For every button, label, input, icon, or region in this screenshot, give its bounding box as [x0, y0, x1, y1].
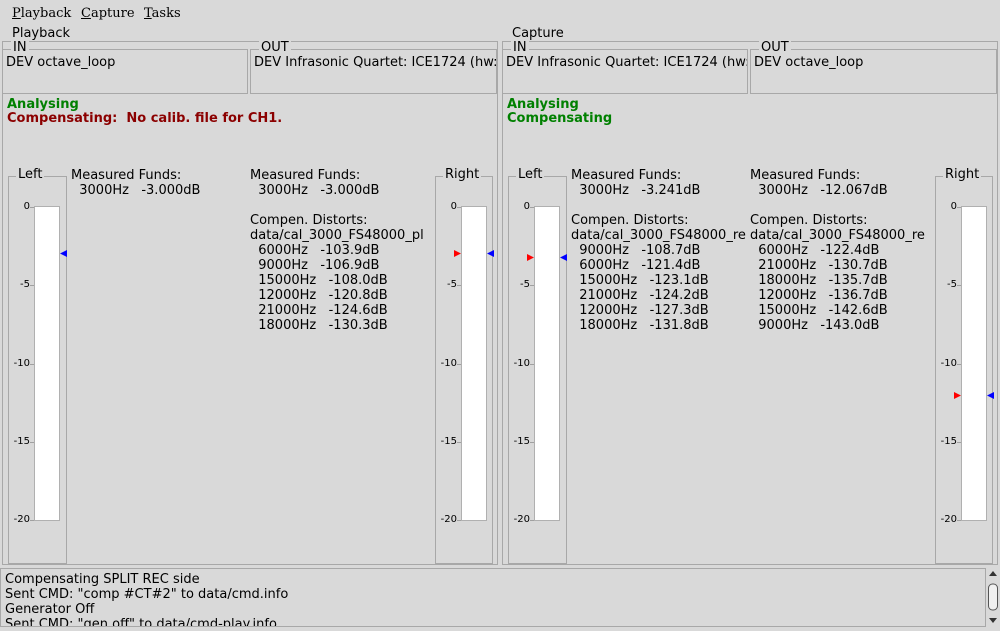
playback-right-tick-mark [457, 285, 461, 287]
capture-status-analysing: Analysing [507, 97, 579, 112]
playback-left-tick-label: 0 [23, 201, 30, 212]
playback-right-meter-track [461, 206, 487, 521]
capture-left-tick-label: -15 [513, 435, 530, 447]
capture-right-level-marker-red [954, 392, 961, 400]
capture-left-tick-mark [530, 441, 534, 443]
playback-right-measured-values: 3000Hz -3.000dB [250, 183, 380, 198]
capture-panel-title: Capture [510, 26, 566, 41]
playback-in-label: IN [11, 40, 29, 55]
playback-right-tick-mark [457, 441, 461, 443]
scroll-down-arrow-icon [989, 618, 997, 623]
playback-left-tick-label: -20 [13, 514, 30, 525]
capture-in-device: DEV Infrasonic Quartet: ICE1724 (hw: [506, 55, 748, 70]
playback-left-label: Left [16, 167, 45, 182]
capture-right-tick-mark [957, 520, 961, 521]
playback-right-tick-label: 0 [450, 201, 457, 212]
playback-right-level-marker-blue [487, 250, 494, 258]
playback-right-measured-title: Measured Funds: [250, 168, 361, 183]
playback-left-tick-label: -5 [20, 279, 30, 291]
playback-right-label: Right [443, 167, 482, 182]
capture-left-measured-title: Measured Funds: [571, 168, 682, 183]
capture-left-tick-label: 0 [523, 201, 530, 212]
capture-right-meter-track [961, 206, 987, 521]
playback-left-measured-values: 3000Hz -3.000dB [71, 183, 201, 198]
capture-left-level-marker-red [527, 254, 534, 262]
playback-left-tick-mark [30, 520, 34, 521]
menu-playback[interactable]: Playback [12, 6, 71, 21]
capture-left-level-marker-blue [560, 254, 567, 262]
log-scrollbar[interactable] [986, 568, 1000, 627]
capture-left-tick-label: -10 [513, 357, 530, 369]
capture-left-tick-mark [530, 520, 534, 521]
scroll-thumb [988, 583, 998, 611]
capture-right-measured-title: Measured Funds: [750, 168, 861, 183]
playback-left-tick-mark [30, 207, 34, 208]
capture-right-tick-label: -5 [947, 279, 957, 291]
playback-right-tick-label: -5 [447, 279, 457, 291]
capture-status-compensating: Compensating [507, 111, 613, 126]
capture-right-tick-mark [957, 207, 961, 208]
playback-left-level-marker-blue [60, 250, 67, 258]
capture-left-tick-mark [530, 285, 534, 287]
capture-left-label: Left [516, 167, 545, 182]
playback-out-device: DEV Infrasonic Quartet: ICE1724 (hw: [254, 55, 497, 70]
playback-right-level-marker-red [454, 250, 461, 258]
capture-right-tick-label: -10 [940, 357, 957, 369]
capture-in-label: IN [511, 40, 529, 55]
playback-left-tick-label: -15 [13, 435, 30, 447]
playback-left-meter-track [34, 206, 60, 521]
playback-left-measured-title: Measured Funds: [71, 168, 182, 183]
capture-right-tick-mark [957, 363, 961, 365]
playback-status-analysing: Analysing [7, 97, 79, 112]
capture-left-tick-mark [530, 207, 534, 208]
playback-right-tick-label: -15 [440, 435, 457, 447]
playback-left-tick-label: -10 [13, 357, 30, 369]
playback-right-tick-label: -20 [440, 514, 457, 525]
menu-capture[interactable]: Capture [81, 6, 135, 21]
playback-out-box: DEV Infrasonic Quartet: ICE1724 (hw: [250, 49, 497, 94]
menu-tasks[interactable]: Tasks [144, 6, 181, 21]
playback-left-tick-mark [30, 285, 34, 287]
playback-panel-title: Playback [10, 26, 73, 41]
playback-left-tick-mark [30, 363, 34, 365]
capture-left-tick-label: -20 [513, 514, 530, 525]
capture-out-device: DEV octave_loop [754, 55, 864, 70]
playback-right-tick-mark [457, 363, 461, 365]
capture-right-tick-mark [957, 285, 961, 287]
capture-right-label: Right [943, 167, 982, 182]
playback-right-tick-mark [457, 520, 461, 521]
log-output[interactable]: Compensating SPLIT REC side Sent CMD: "c… [0, 568, 986, 627]
capture-right-level-marker-blue [987, 392, 994, 400]
playback-left-tick-mark [30, 441, 34, 443]
playback-right-tick-mark [457, 207, 461, 208]
playback-right-tick-label: -10 [440, 357, 457, 369]
capture-right-measured-values: 3000Hz -12.067dB [750, 183, 888, 198]
capture-right-distorts: Compen. Distorts: data/cal_3000_FS48000_… [750, 213, 925, 333]
capture-left-distorts: Compen. Distorts: data/cal_3000_FS48000_… [571, 213, 746, 333]
capture-in-box: DEV Infrasonic Quartet: ICE1724 (hw: [502, 49, 748, 94]
playback-right-distorts: Compen. Distorts: data/cal_3000_FS48000_… [250, 213, 424, 333]
playback-in-device: DEV octave_loop [6, 55, 116, 70]
capture-left-measured-values: 3000Hz -3.241dB [571, 183, 701, 198]
capture-right-tick-label: 0 [950, 201, 957, 212]
scroll-up-arrow-icon [989, 571, 997, 576]
capture-left-tick-label: -5 [520, 279, 530, 291]
capture-right-tick-label: -20 [940, 514, 957, 525]
menu-bar: Playback Capture Tasks [0, 0, 1000, 28]
capture-right-tick-mark [957, 441, 961, 443]
capture-left-tick-mark [530, 363, 534, 365]
capture-out-label: OUT [759, 40, 791, 55]
capture-right-tick-label: -15 [940, 435, 957, 447]
log-scrollbar-graphic [988, 571, 998, 623]
playback-out-label: OUT [259, 40, 291, 55]
capture-left-meter-track [534, 206, 560, 521]
playback-status-compensating: Compensating: No calib. file for CH1. [7, 111, 283, 126]
